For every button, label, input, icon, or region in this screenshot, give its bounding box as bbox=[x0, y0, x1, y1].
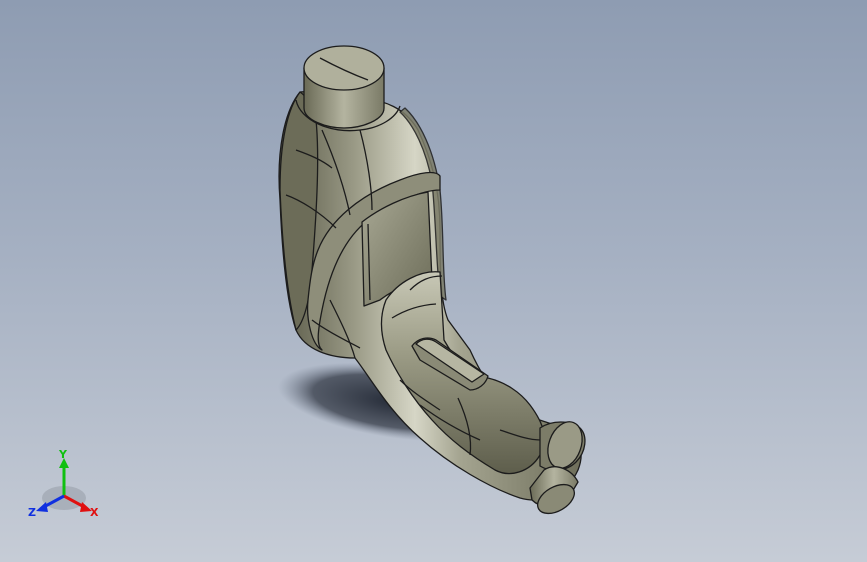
triad-x-label: X bbox=[90, 506, 99, 519]
reference-triad: Y X Z bbox=[28, 448, 99, 519]
top-cap-face bbox=[303, 45, 385, 91]
part-model[interactable] bbox=[278, 45, 588, 519]
triad-z-arrow bbox=[36, 502, 48, 512]
triad-y-label: Y bbox=[58, 448, 68, 461]
triad-z-label: Z bbox=[28, 506, 36, 519]
model-view[interactable] bbox=[0, 0, 867, 562]
graphics-viewport[interactable]: Y X Z bbox=[0, 0, 867, 562]
